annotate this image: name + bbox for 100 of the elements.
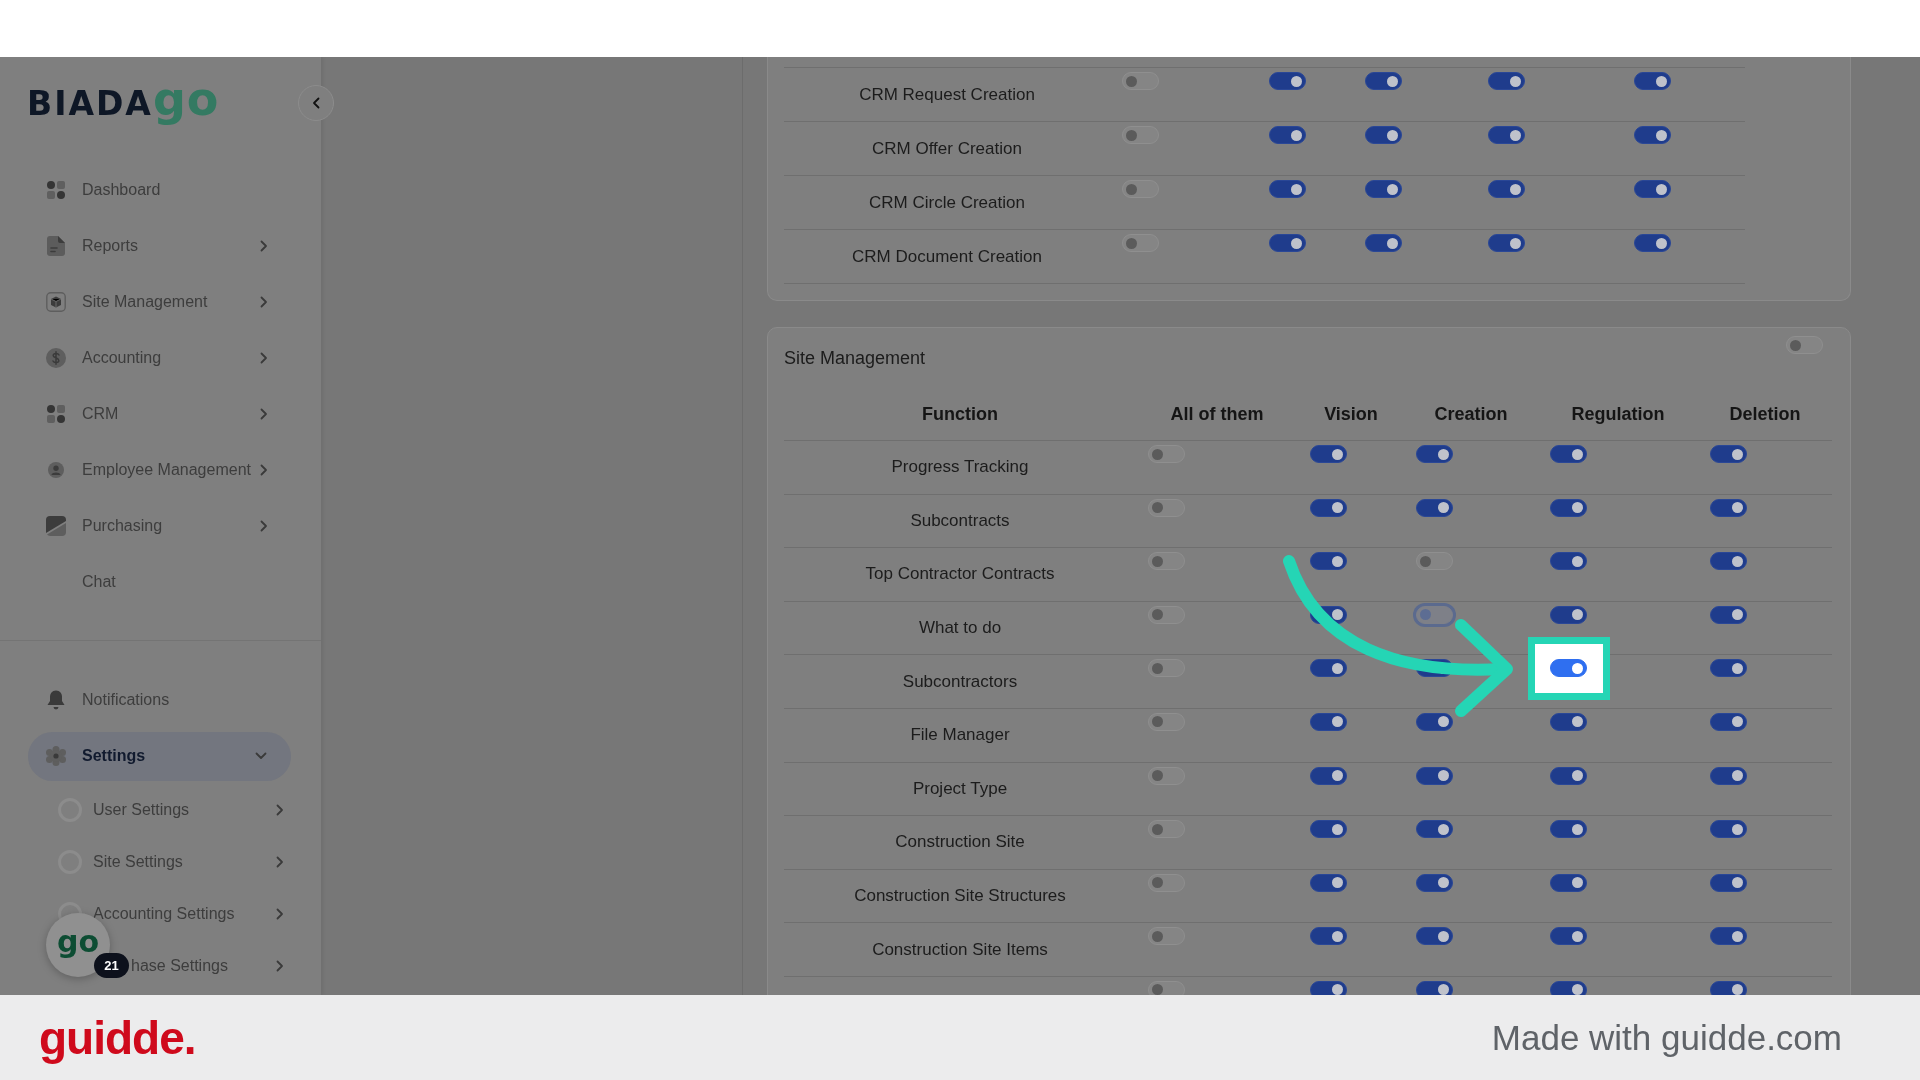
toggle-switch[interactable]: [1416, 552, 1453, 571]
toggle-switch[interactable]: [1710, 712, 1747, 731]
toggle-switch[interactable]: [1365, 126, 1402, 144]
toggle-switch[interactable]: [1416, 820, 1453, 839]
toggle-switch[interactable]: [1550, 605, 1587, 624]
toggle-switch[interactable]: [1365, 234, 1402, 252]
toggle-switch[interactable]: [1710, 820, 1747, 839]
toggle-switch[interactable]: [1634, 72, 1671, 90]
toggle-switch[interactable]: [1634, 180, 1671, 198]
toggle-switch[interactable]: [1310, 980, 1347, 995]
toggle-switch[interactable]: [1148, 605, 1185, 624]
toggle-switch[interactable]: [1148, 766, 1185, 785]
toggle-switch[interactable]: [1416, 712, 1453, 731]
chevron-right-icon: [276, 960, 284, 972]
person-icon: [48, 462, 64, 478]
toggle-switch[interactable]: [1310, 445, 1347, 463]
toggle-switch[interactable]: [1550, 873, 1587, 892]
sidebar-item[interactable]: Accounting: [0, 330, 321, 386]
toggle-switch[interactable]: [1310, 820, 1347, 839]
toggle-switch[interactable]: [1148, 927, 1185, 946]
toggle-switch[interactable]: [1122, 72, 1159, 90]
toggle-switch[interactable]: [1416, 873, 1453, 892]
guidde-logo: guidde.: [39, 1010, 196, 1065]
toggle-switch[interactable]: [1550, 927, 1587, 946]
toggle-switch[interactable]: [1269, 72, 1306, 90]
toggle-switch[interactable]: [1488, 234, 1525, 252]
toggle-switch[interactable]: [1416, 766, 1453, 785]
toggle-switch[interactable]: [1416, 498, 1453, 517]
sidebar-item[interactable]: Purchasing: [0, 498, 321, 554]
toggle-switch[interactable]: [1416, 445, 1453, 463]
submenu-item[interactable]: User Settings: [0, 784, 321, 836]
function-name: What to do: [917, 617, 1003, 640]
toggle-switch[interactable]: [1710, 659, 1747, 678]
submenu-item[interactable]: hase Settings: [131, 940, 321, 992]
toggle-switch[interactable]: [1148, 445, 1185, 463]
toggle-switch[interactable]: [1634, 234, 1671, 252]
sidebar-item[interactable]: Dashboard: [0, 162, 321, 218]
column-header: Deletion: [1728, 403, 1802, 426]
toggle-switch[interactable]: [1550, 659, 1587, 678]
toggle-switch[interactable]: [1550, 820, 1587, 839]
toggle-switch[interactable]: [1550, 552, 1587, 571]
toggle-switch[interactable]: [1710, 766, 1747, 785]
toggle-switch[interactable]: [1310, 927, 1347, 946]
toggle-switch[interactable]: [1148, 659, 1185, 678]
column-header: Regulation: [1570, 403, 1666, 426]
toggle-switch[interactable]: [1148, 498, 1185, 517]
toggle-switch[interactable]: [1122, 180, 1159, 198]
chevron-right-icon: [260, 296, 268, 308]
toggle-switch[interactable]: [1310, 552, 1347, 571]
toggle-switch[interactable]: [1710, 927, 1747, 946]
toggle-switch[interactable]: [1365, 72, 1402, 90]
toggle-switch[interactable]: [1550, 980, 1587, 995]
toggle-switch[interactable]: [1786, 336, 1823, 354]
toggle-switch[interactable]: [1710, 445, 1747, 463]
toggle-switch[interactable]: [1488, 180, 1525, 198]
toggle-switch[interactable]: [1550, 445, 1587, 463]
toggle-switch[interactable]: [1310, 659, 1347, 678]
toggle-switch[interactable]: [1365, 180, 1402, 198]
sidebar-item[interactable]: Reports: [0, 218, 321, 274]
toggle-switch[interactable]: [1310, 873, 1347, 892]
function-name: Construction Site Structures: [853, 885, 1067, 908]
toggle-switch[interactable]: [1148, 552, 1185, 571]
chevron-right-icon: [276, 804, 284, 816]
toggle-switch[interactable]: [1269, 180, 1306, 198]
toggle-switch[interactable]: [1269, 234, 1306, 252]
toggle-switch[interactable]: [1310, 712, 1347, 731]
toggle-switch[interactable]: [1122, 234, 1159, 252]
function-name: Subcontractors: [901, 670, 1019, 693]
toggle-switch[interactable]: [1550, 712, 1587, 731]
toggle-switch[interactable]: [1488, 126, 1525, 144]
sidebar-item[interactable]: Settings: [28, 731, 291, 781]
toggle-switch[interactable]: [1148, 820, 1185, 839]
toggle-switch[interactable]: [1148, 980, 1185, 995]
function-name: Top Contractor Contracts: [864, 563, 1056, 586]
toggle-switch[interactable]: [1148, 873, 1185, 892]
toggle-switch[interactable]: [1416, 927, 1453, 946]
toggle-switch[interactable]: [1710, 873, 1747, 892]
toggle-switch[interactable]: [1310, 766, 1347, 785]
toggle-switch[interactable]: [1710, 552, 1747, 571]
toggle-switch[interactable]: [1122, 126, 1159, 144]
toggle-switch[interactable]: [1148, 712, 1185, 731]
toggle-switch[interactable]: [1416, 980, 1453, 995]
toggle-switch[interactable]: [1550, 498, 1587, 517]
sidebar-item[interactable]: CRM: [0, 386, 321, 442]
function-name: Project Type: [911, 777, 1009, 800]
settings-icon: [46, 746, 66, 766]
toggle-switch[interactable]: [1710, 980, 1747, 995]
submenu-item[interactable]: Site Settings: [0, 836, 321, 888]
sidebar-item[interactable]: Employee Management: [0, 442, 321, 498]
toggle-switch[interactable]: [1550, 766, 1587, 785]
toggle-switch[interactable]: [1710, 498, 1747, 517]
function-name: Subcontracts: [909, 509, 1011, 532]
toggle-switch[interactable]: [1710, 605, 1747, 624]
sidebar-item[interactable]: Notifications: [0, 672, 321, 728]
sidebar-item[interactable]: Site Management: [0, 274, 321, 330]
toggle-switch[interactable]: [1634, 126, 1671, 144]
toggle-switch[interactable]: [1310, 498, 1347, 517]
sidebar-item[interactable]: Chat: [0, 554, 321, 610]
toggle-switch[interactable]: [1269, 126, 1306, 144]
toggle-switch[interactable]: [1488, 72, 1525, 90]
